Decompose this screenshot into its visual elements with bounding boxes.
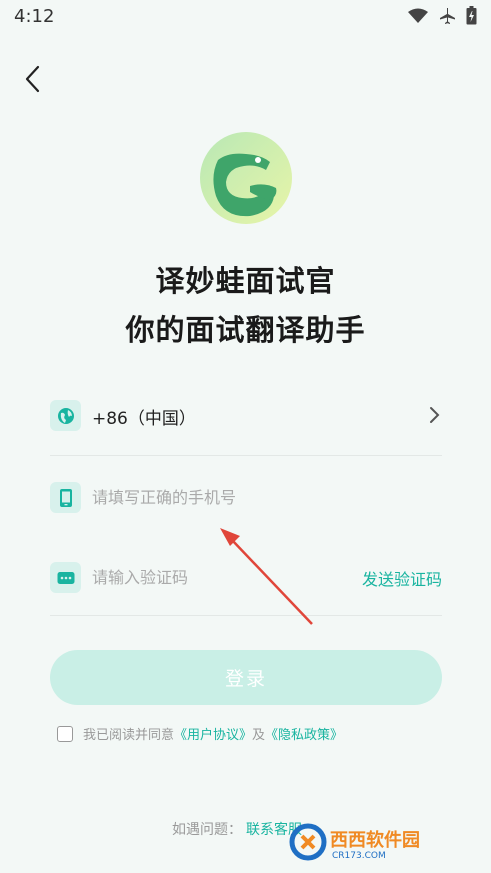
chevron-right-icon — [430, 407, 440, 423]
phone-row — [50, 456, 442, 536]
status-bar: 4:12 — [0, 0, 491, 34]
chevron-left-icon — [25, 65, 40, 93]
app-subtitle: 你的面试翻译助手 — [125, 313, 366, 347]
globe-icon-box — [50, 400, 81, 431]
send-code-button[interactable]: 发送验证码 — [362, 566, 442, 590]
app-logo — [200, 132, 292, 224]
app-title: 译妙蛙面试官 — [155, 264, 336, 298]
privacy-policy-link[interactable]: 《隐私政策》 — [265, 724, 343, 743]
message-icon-box — [50, 562, 81, 593]
watermark-brand: 西西软件园 — [330, 829, 420, 851]
agreement-conjunction: 及 — [252, 728, 266, 743]
phone-icon-box — [50, 482, 81, 513]
country-selector[interactable]: +86（中国） — [50, 376, 442, 456]
phone-icon — [59, 488, 72, 507]
login-button[interactable]: 登录 — [50, 650, 442, 705]
watermark: 西西软件园 CR173.COM — [289, 823, 420, 861]
verification-code-input[interactable] — [92, 562, 372, 592]
status-icons — [408, 6, 477, 25]
agreement-checkbox[interactable] — [57, 725, 73, 742]
agreement: 我已阅读并同意 《用户协议》 及 《隐私政策》 — [57, 724, 343, 743]
footer: 如遇问题： 联系客服 — [172, 819, 302, 839]
user-agreement-link[interactable]: 《用户协议》 — [174, 724, 252, 743]
code-row: 发送验证码 — [50, 536, 442, 616]
status-time: 4:12 — [14, 6, 55, 27]
airplane-icon — [440, 7, 455, 24]
globe-icon — [57, 407, 74, 424]
wifi-icon — [408, 8, 428, 23]
divider — [50, 615, 442, 616]
back-button[interactable] — [18, 62, 50, 96]
message-icon — [57, 571, 74, 584]
footer-question: 如遇问题： — [172, 822, 242, 838]
phone-input[interactable] — [92, 482, 372, 512]
watermark-site: CR173.COM — [332, 851, 386, 861]
battery-icon — [466, 6, 477, 25]
agreement-prefix: 我已阅读并同意 — [83, 728, 175, 743]
country-code-label: +86（中国） — [92, 409, 196, 429]
